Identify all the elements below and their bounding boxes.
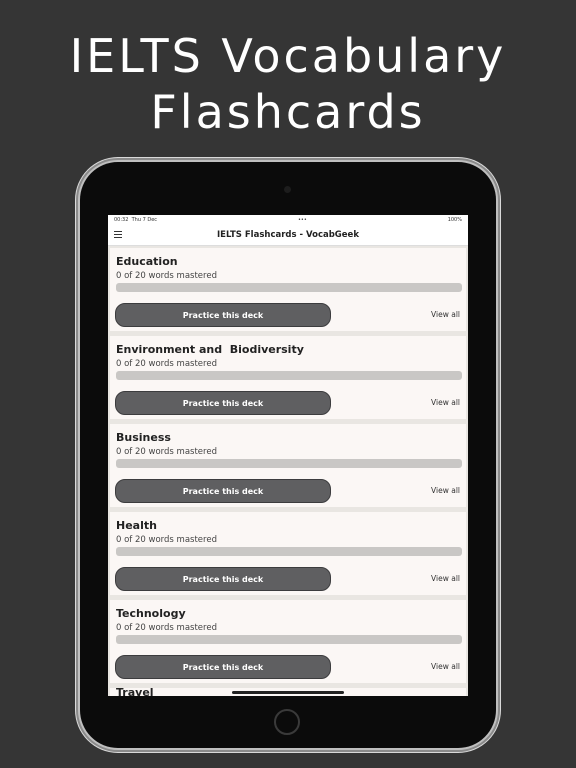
view-all-link[interactable]: View all xyxy=(431,486,460,495)
nav-bar: IELTS Flashcards - VocabGeek xyxy=(108,225,468,246)
deck-title: Business xyxy=(116,431,171,444)
deck-progress-text: 0 of 20 words mastered xyxy=(116,535,217,545)
deck-card: Environment and Biodiversity 0 of 20 wor… xyxy=(110,336,466,419)
status-time-date: 00:32 Thu 7 Dec xyxy=(114,217,157,223)
deck-progress-text: 0 of 20 words mastered xyxy=(116,271,217,281)
deck-card: Technology 0 of 20 words mastered Practi… xyxy=(110,600,466,683)
deck-title: Health xyxy=(116,519,157,532)
promo-title-line2: Flashcards xyxy=(150,85,426,139)
deck-card: Education 0 of 20 words mastered Practic… xyxy=(110,248,466,331)
practice-deck-button[interactable]: Practice this deck xyxy=(115,655,331,679)
ipad-frame: 00:32 Thu 7 Dec ••• 100% IELTS Flashcard… xyxy=(80,162,496,748)
deck-progress-text: 0 of 20 words mastered xyxy=(116,359,217,369)
practice-deck-button[interactable]: Practice this deck xyxy=(115,479,331,503)
deck-title: Education xyxy=(116,255,178,268)
deck-title: Technology xyxy=(116,607,186,620)
home-indicator[interactable] xyxy=(232,691,344,694)
status-date: Thu 7 Dec xyxy=(131,217,158,223)
camera-icon xyxy=(284,186,291,193)
view-all-link[interactable]: View all xyxy=(431,310,460,319)
practice-deck-button[interactable]: Practice this deck xyxy=(115,567,331,591)
deck-card: Business 0 of 20 words mastered Practice… xyxy=(110,424,466,507)
status-battery: 100% xyxy=(447,217,462,223)
deck-progress-text: 0 of 20 words mastered xyxy=(116,623,217,633)
deck-list: Education 0 of 20 words mastered Practic… xyxy=(108,246,468,696)
deck-title: Environment and Biodiversity xyxy=(116,343,304,356)
deck-progress-bar xyxy=(116,371,462,380)
practice-deck-button[interactable]: Practice this deck xyxy=(115,303,331,327)
status-dots: ••• xyxy=(297,217,307,223)
promo-title-line1: IELTS Vocabulary xyxy=(69,29,507,83)
deck-progress-bar xyxy=(116,283,462,292)
nav-title: IELTS Flashcards - VocabGeek xyxy=(217,230,359,240)
status-time: 00:32 xyxy=(114,217,129,223)
deck-card: Health 0 of 20 words mastered Practice t… xyxy=(110,512,466,595)
deck-progress-bar xyxy=(116,547,462,556)
deck-progress-bar xyxy=(116,459,462,468)
deck-progress-text: 0 of 20 words mastered xyxy=(116,447,217,457)
view-all-link[interactable]: View all xyxy=(431,662,460,671)
deck-title: Travel xyxy=(116,688,154,696)
status-bar: 00:32 Thu 7 Dec ••• 100% xyxy=(108,215,468,225)
promo-title: IELTS Vocabulary Flashcards xyxy=(0,28,576,140)
app-screen: 00:32 Thu 7 Dec ••• 100% IELTS Flashcard… xyxy=(108,215,468,696)
hamburger-icon[interactable] xyxy=(114,231,122,238)
deck-progress-bar xyxy=(116,635,462,644)
view-all-link[interactable]: View all xyxy=(431,574,460,583)
practice-deck-button[interactable]: Practice this deck xyxy=(115,391,331,415)
home-button[interactable] xyxy=(274,709,300,735)
view-all-link[interactable]: View all xyxy=(431,398,460,407)
